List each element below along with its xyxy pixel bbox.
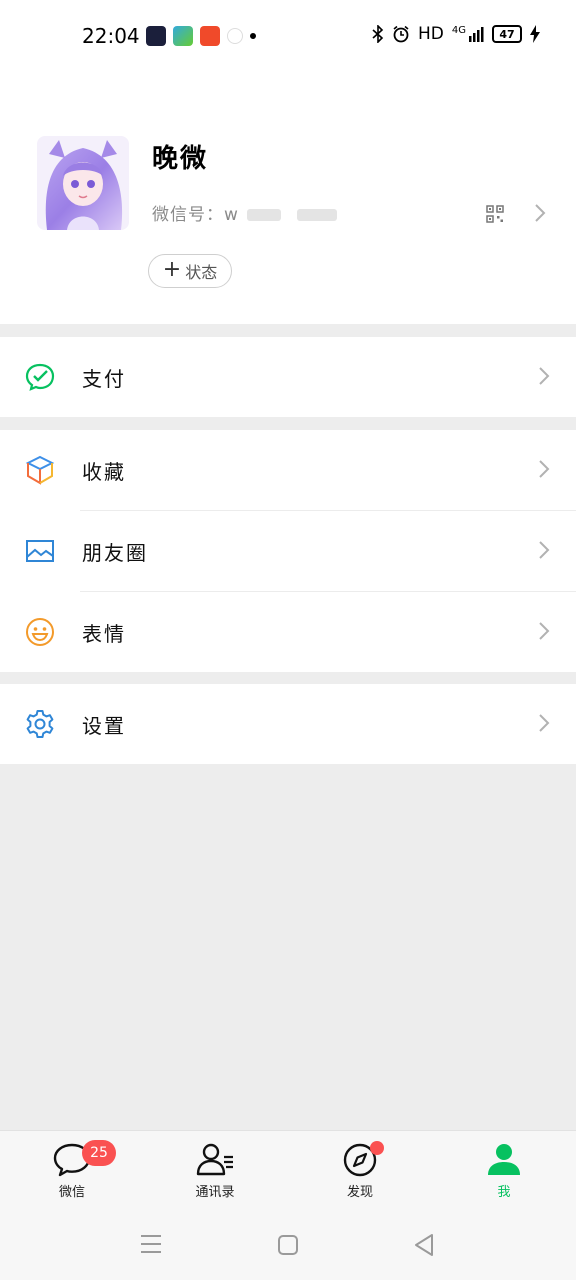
menu-item-label: 表情 — [82, 622, 126, 646]
tab-label: 通讯录 — [195, 1185, 235, 1200]
home-icon[interactable] — [277, 1234, 299, 1256]
new-moments-dot — [370, 1141, 384, 1155]
unread-badge: 25 — [82, 1140, 116, 1166]
menu-item-settings[interactable]: 设置 — [0, 684, 576, 764]
chevron-right-icon[interactable] — [534, 203, 546, 223]
tab-label: 我 — [497, 1185, 511, 1200]
chevron-right-icon — [539, 367, 550, 385]
qr-code-icon[interactable] — [486, 205, 504, 223]
charging-icon — [530, 25, 540, 43]
alarm-icon — [393, 25, 409, 43]
tab-me[interactable]: 我 — [459, 1139, 549, 1200]
nickname: 晚微 — [152, 144, 209, 174]
bluetooth-icon — [372, 25, 384, 43]
map-app-icon — [227, 28, 243, 44]
back-icon[interactable] — [413, 1233, 435, 1257]
tab-label: 发现 — [346, 1185, 373, 1200]
contacts-icon — [196, 1143, 233, 1176]
profile-header[interactable]: 晚微 微信号：w + 状态 — [0, 72, 576, 324]
menu-item-label: 支付 — [82, 367, 126, 391]
tab-label: 微信 — [58, 1185, 85, 1200]
status-right: HD 4G 47 — [372, 24, 540, 44]
cube-icon — [25, 455, 55, 485]
wallet-icon — [25, 363, 55, 391]
status-button-label: 状态 — [185, 263, 218, 282]
menu-item-pay[interactable]: 支付 — [0, 337, 576, 417]
chevron-right-icon — [539, 622, 550, 640]
menu-item-label: 收藏 — [82, 460, 126, 484]
section-settings: 设置 — [0, 684, 576, 764]
chevron-right-icon — [539, 460, 550, 478]
more-notifications-dot — [250, 33, 256, 39]
bottom-tab-bar: 微信 25 通讯录 发现 我 — [0, 1130, 576, 1213]
smiley-icon — [26, 618, 54, 646]
status-bar: 22:04 HD 4G 47 — [0, 0, 576, 72]
wechat-id-label: 微信号： — [152, 205, 224, 225]
signal-icon — [469, 27, 484, 42]
shopping-app-icon — [200, 26, 220, 46]
network-type: 4G — [451, 24, 466, 36]
app-notification-icon — [146, 26, 166, 46]
person-icon — [488, 1144, 520, 1175]
chevron-right-icon — [539, 714, 550, 732]
image-icon — [26, 540, 54, 562]
gear-icon — [26, 710, 54, 738]
section-pay: 支付 — [0, 337, 576, 417]
menu-item-label: 朋友圈 — [82, 541, 148, 565]
menu-icon[interactable] — [140, 1234, 162, 1254]
chevron-right-icon — [539, 541, 550, 559]
tab-discover[interactable]: 发现 — [315, 1139, 405, 1200]
avatar[interactable] — [37, 136, 129, 230]
status-app-icons — [146, 26, 256, 46]
add-status-button[interactable]: + 状态 — [148, 254, 232, 288]
status-time: 22:04 — [82, 24, 140, 48]
battery-indicator: 47 — [492, 25, 522, 43]
wechat-id-value: w — [224, 205, 239, 225]
plus-icon: + — [162, 257, 182, 282]
tab-contacts[interactable]: 通讯录 — [170, 1139, 260, 1200]
video-app-icon — [173, 26, 193, 46]
section-services: 收藏 朋友圈 表情 — [0, 430, 576, 672]
menu-item-moments[interactable]: 朋友圈 — [0, 511, 576, 591]
menu-item-label: 设置 — [82, 714, 126, 738]
menu-item-favorites[interactable]: 收藏 — [0, 430, 576, 510]
system-nav-bar — [0, 1212, 576, 1280]
network-hd: HD — [418, 24, 444, 44]
wechat-id-redacted — [246, 209, 281, 221]
wechat-id-row: 微信号：w — [152, 200, 337, 225]
menu-item-stickers[interactable]: 表情 — [0, 592, 576, 672]
wechat-id-redacted — [296, 209, 337, 221]
